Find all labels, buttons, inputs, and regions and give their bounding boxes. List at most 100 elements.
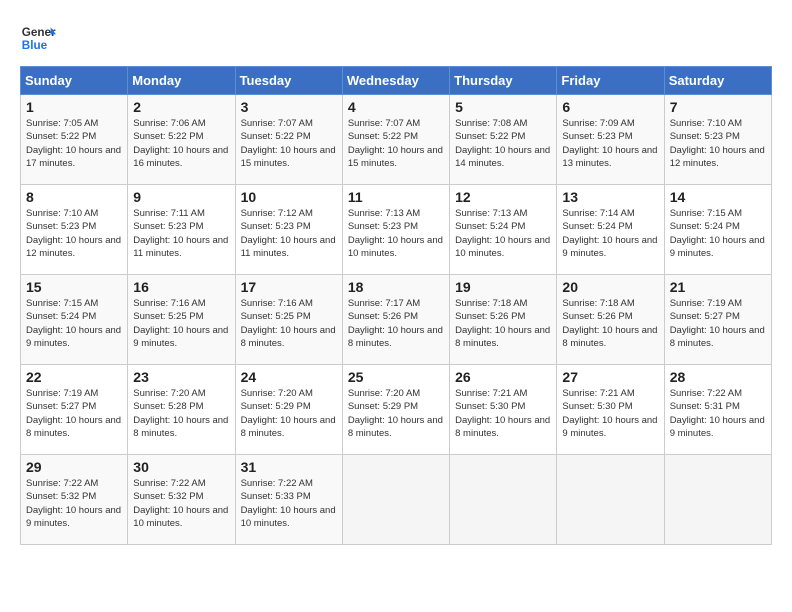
day-detail: Sunrise: 7:15 AM Sunset: 5:24 PM Dayligh… <box>26 297 122 350</box>
day-detail: Sunrise: 7:21 AM Sunset: 5:30 PM Dayligh… <box>455 387 551 440</box>
weekday-header-tuesday: Tuesday <box>235 67 342 95</box>
day-number: 22 <box>26 369 122 385</box>
day-detail: Sunrise: 7:08 AM Sunset: 5:22 PM Dayligh… <box>455 117 551 170</box>
logo: General Blue <box>20 20 56 56</box>
day-number: 17 <box>241 279 337 295</box>
calendar-day-24: 24Sunrise: 7:20 AM Sunset: 5:29 PM Dayli… <box>235 365 342 455</box>
day-number: 8 <box>26 189 122 205</box>
day-detail: Sunrise: 7:09 AM Sunset: 5:23 PM Dayligh… <box>562 117 658 170</box>
day-detail: Sunrise: 7:07 AM Sunset: 5:22 PM Dayligh… <box>348 117 444 170</box>
day-detail: Sunrise: 7:10 AM Sunset: 5:23 PM Dayligh… <box>26 207 122 260</box>
calendar-day-9: 9Sunrise: 7:11 AM Sunset: 5:23 PM Daylig… <box>128 185 235 275</box>
day-detail: Sunrise: 7:17 AM Sunset: 5:26 PM Dayligh… <box>348 297 444 350</box>
day-detail: Sunrise: 7:13 AM Sunset: 5:23 PM Dayligh… <box>348 207 444 260</box>
calendar-week-3: 15Sunrise: 7:15 AM Sunset: 5:24 PM Dayli… <box>21 275 772 365</box>
day-number: 10 <box>241 189 337 205</box>
calendar-day-15: 15Sunrise: 7:15 AM Sunset: 5:24 PM Dayli… <box>21 275 128 365</box>
calendar-day-30: 30 Sunrise: 7:22 AM Sunset: 5:32 PM Dayli… <box>128 455 235 545</box>
day-number: 11 <box>348 189 444 205</box>
empty-cell <box>664 455 771 545</box>
empty-cell <box>557 455 664 545</box>
day-detail: Sunrise: 7:10 AM Sunset: 5:23 PM Dayligh… <box>670 117 766 170</box>
calendar-day-25: 25Sunrise: 7:20 AM Sunset: 5:29 PM Dayli… <box>342 365 449 455</box>
calendar-header: SundayMondayTuesdayWednesdayThursdayFrid… <box>21 67 772 95</box>
day-number: 21 <box>670 279 766 295</box>
calendar-day-28: 28 Sunrise: 7:22 AM Sunset: 5:31 PM Dayli… <box>664 365 771 455</box>
day-detail: Sunrise: 7:19 AM Sunset: 5:27 PM Dayligh… <box>26 387 122 440</box>
calendar-day-2: 2 Sunrise: 7:06 AM Sunset: 5:22 PM Daylig… <box>128 95 235 185</box>
calendar-day-1: 1Sunrise: 7:05 AM Sunset: 5:22 PM Daylig… <box>21 95 128 185</box>
weekday-header-friday: Friday <box>557 67 664 95</box>
weekday-header-thursday: Thursday <box>450 67 557 95</box>
day-detail: Sunrise: 7:06 AM Sunset: 5:22 PM Dayligh… <box>133 117 229 170</box>
calendar-week-5: 29 Sunrise: 7:22 AM Sunset: 5:32 PM Dayli… <box>21 455 772 545</box>
day-detail: Sunrise: 7:22 AM Sunset: 5:31 PM Dayligh… <box>670 387 766 440</box>
day-detail: Sunrise: 7:16 AM Sunset: 5:25 PM Dayligh… <box>241 297 337 350</box>
calendar-day-3: 3 Sunrise: 7:07 AM Sunset: 5:22 PM Daylig… <box>235 95 342 185</box>
day-number: 9 <box>133 189 229 205</box>
calendar-week-2: 8 Sunrise: 7:10 AM Sunset: 5:23 PM Daylig… <box>21 185 772 275</box>
calendar-week-1: 1Sunrise: 7:05 AM Sunset: 5:22 PM Daylig… <box>21 95 772 185</box>
day-number: 27 <box>562 369 658 385</box>
day-number: 29 <box>26 459 122 475</box>
day-detail: Sunrise: 7:18 AM Sunset: 5:26 PM Dayligh… <box>455 297 551 350</box>
page-header: General Blue <box>20 20 772 56</box>
calendar-day-11: 11 Sunrise: 7:13 AM Sunset: 5:23 PM Dayli… <box>342 185 449 275</box>
calendar-day-12: 12 Sunrise: 7:13 AM Sunset: 5:24 PM Dayli… <box>450 185 557 275</box>
weekday-header-saturday: Saturday <box>664 67 771 95</box>
day-number: 16 <box>133 279 229 295</box>
day-detail: Sunrise: 7:07 AM Sunset: 5:22 PM Dayligh… <box>241 117 337 170</box>
calendar-day-8: 8 Sunrise: 7:10 AM Sunset: 5:23 PM Daylig… <box>21 185 128 275</box>
day-number: 12 <box>455 189 551 205</box>
calendar-day-14: 14Sunrise: 7:15 AM Sunset: 5:24 PM Dayli… <box>664 185 771 275</box>
day-detail: Sunrise: 7:20 AM Sunset: 5:28 PM Dayligh… <box>133 387 229 440</box>
calendar-day-19: 19 Sunrise: 7:18 AM Sunset: 5:26 PM Dayli… <box>450 275 557 365</box>
day-number: 23 <box>133 369 229 385</box>
day-number: 13 <box>562 189 658 205</box>
day-number: 20 <box>562 279 658 295</box>
calendar-week-4: 22 Sunrise: 7:19 AM Sunset: 5:27 PM Dayli… <box>21 365 772 455</box>
day-number: 30 <box>133 459 229 475</box>
calendar-day-10: 10 Sunrise: 7:12 AM Sunset: 5:23 PM Dayli… <box>235 185 342 275</box>
calendar-day-16: 16Sunrise: 7:16 AM Sunset: 5:25 PM Dayli… <box>128 275 235 365</box>
day-number: 7 <box>670 99 766 115</box>
day-detail: Sunrise: 7:22 AM Sunset: 5:32 PM Dayligh… <box>133 477 229 530</box>
empty-cell <box>450 455 557 545</box>
day-detail: Sunrise: 7:22 AM Sunset: 5:32 PM Dayligh… <box>26 477 122 530</box>
day-detail: Sunrise: 7:13 AM Sunset: 5:24 PM Dayligh… <box>455 207 551 260</box>
calendar-table: SundayMondayTuesdayWednesdayThursdayFrid… <box>20 66 772 545</box>
day-detail: Sunrise: 7:18 AM Sunset: 5:26 PM Dayligh… <box>562 297 658 350</box>
day-detail: Sunrise: 7:20 AM Sunset: 5:29 PM Dayligh… <box>348 387 444 440</box>
calendar-day-18: 18 Sunrise: 7:17 AM Sunset: 5:26 PM Dayli… <box>342 275 449 365</box>
weekday-header-monday: Monday <box>128 67 235 95</box>
calendar-day-26: 26 Sunrise: 7:21 AM Sunset: 5:30 PM Dayli… <box>450 365 557 455</box>
day-detail: Sunrise: 7:20 AM Sunset: 5:29 PM Dayligh… <box>241 387 337 440</box>
day-number: 31 <box>241 459 337 475</box>
calendar-day-23: 23 Sunrise: 7:20 AM Sunset: 5:28 PM Dayli… <box>128 365 235 455</box>
empty-cell <box>342 455 449 545</box>
day-number: 28 <box>670 369 766 385</box>
day-number: 26 <box>455 369 551 385</box>
calendar-day-5: 5 Sunrise: 7:08 AM Sunset: 5:22 PM Daylig… <box>450 95 557 185</box>
calendar-day-21: 21 Sunrise: 7:19 AM Sunset: 5:27 PM Dayli… <box>664 275 771 365</box>
day-number: 5 <box>455 99 551 115</box>
day-number: 18 <box>348 279 444 295</box>
day-number: 2 <box>133 99 229 115</box>
calendar-day-17: 17 Sunrise: 7:16 AM Sunset: 5:25 PM Dayli… <box>235 275 342 365</box>
logo-icon: General Blue <box>20 20 56 56</box>
calendar-day-4: 4Sunrise: 7:07 AM Sunset: 5:22 PM Daylig… <box>342 95 449 185</box>
calendar-day-27: 27 Sunrise: 7:21 AM Sunset: 5:30 PM Dayli… <box>557 365 664 455</box>
day-number: 6 <box>562 99 658 115</box>
weekday-header-sunday: Sunday <box>21 67 128 95</box>
calendar-day-20: 20 Sunrise: 7:18 AM Sunset: 5:26 PM Dayli… <box>557 275 664 365</box>
day-detail: Sunrise: 7:19 AM Sunset: 5:27 PM Dayligh… <box>670 297 766 350</box>
day-detail: Sunrise: 7:14 AM Sunset: 5:24 PM Dayligh… <box>562 207 658 260</box>
calendar-day-6: 6 Sunrise: 7:09 AM Sunset: 5:23 PM Daylig… <box>557 95 664 185</box>
day-number: 3 <box>241 99 337 115</box>
day-detail: Sunrise: 7:15 AM Sunset: 5:24 PM Dayligh… <box>670 207 766 260</box>
day-detail: Sunrise: 7:21 AM Sunset: 5:30 PM Dayligh… <box>562 387 658 440</box>
day-detail: Sunrise: 7:22 AM Sunset: 5:33 PM Dayligh… <box>241 477 337 530</box>
day-detail: Sunrise: 7:12 AM Sunset: 5:23 PM Dayligh… <box>241 207 337 260</box>
calendar-day-31: 31 Sunrise: 7:22 AM Sunset: 5:33 PM Dayli… <box>235 455 342 545</box>
day-number: 19 <box>455 279 551 295</box>
